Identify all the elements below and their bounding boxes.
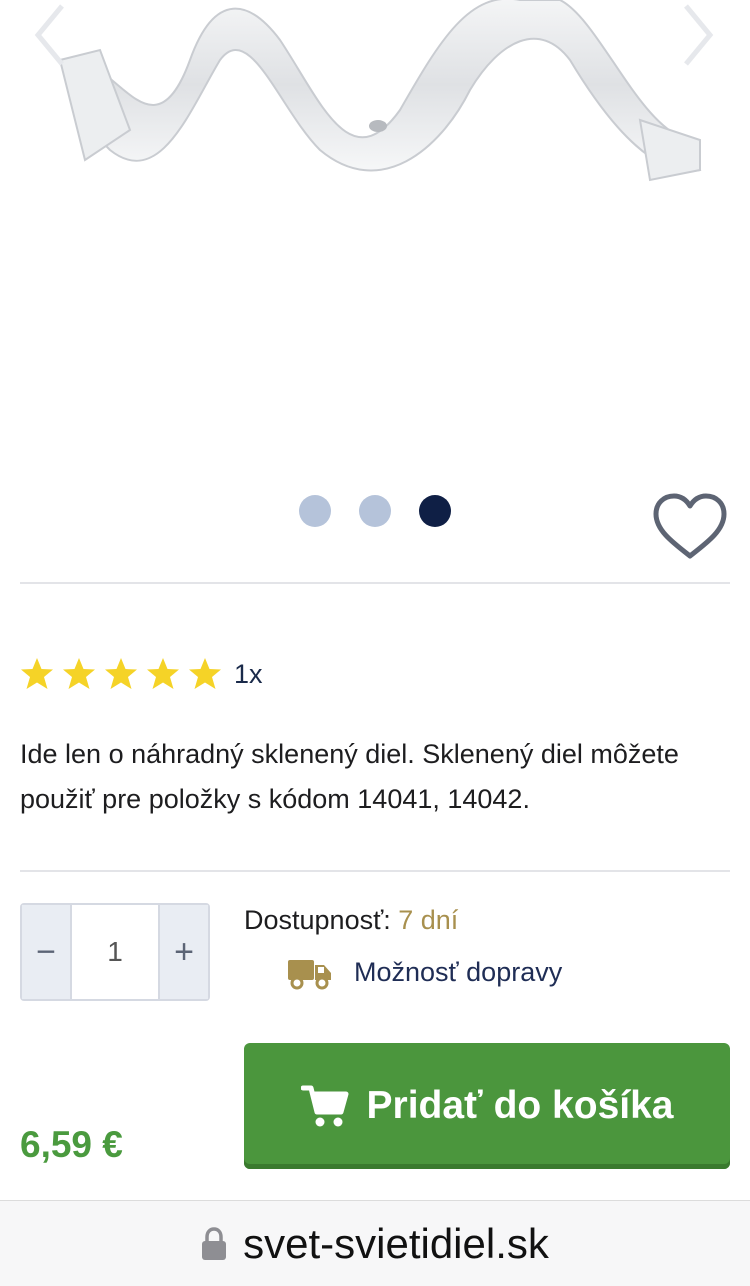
gallery-dot[interactable] bbox=[419, 495, 451, 527]
star-icon bbox=[189, 658, 221, 689]
star-icon bbox=[105, 658, 137, 689]
gallery-dot[interactable] bbox=[299, 495, 331, 527]
wishlist-heart-icon[interactable] bbox=[652, 492, 728, 562]
availability-value: 7 dní bbox=[398, 905, 459, 935]
gallery-next-arrow[interactable] bbox=[678, 0, 718, 70]
star-rating bbox=[20, 657, 230, 691]
star-icon bbox=[63, 658, 95, 689]
gallery-dot[interactable] bbox=[359, 495, 391, 527]
add-to-cart-button[interactable]: Pridať do košíka bbox=[244, 1043, 730, 1169]
gallery-dots bbox=[0, 495, 750, 527]
add-to-cart-label: Pridať do košíka bbox=[366, 1084, 674, 1127]
availability-label: Dostupnosť: bbox=[244, 905, 391, 935]
product-image-gallery[interactable] bbox=[0, 0, 750, 470]
lock-icon bbox=[202, 1226, 227, 1260]
rating[interactable]: 1x bbox=[20, 656, 263, 692]
product-description: Ide len o náhradný sklenený diel. Sklene… bbox=[20, 739, 679, 814]
product-price: 6,59 € bbox=[20, 1124, 123, 1165]
quantity-input[interactable] bbox=[70, 905, 160, 999]
divider bbox=[20, 582, 730, 584]
star-icon bbox=[21, 658, 53, 689]
quantity-decrease-button[interactable]: − bbox=[22, 905, 70, 999]
quantity-stepper[interactable]: − + bbox=[20, 903, 210, 1001]
shipping-label: Možnosť dopravy bbox=[354, 956, 563, 987]
url-text: svet-svietidiel.sk bbox=[243, 1219, 549, 1267]
cart-icon bbox=[300, 1085, 349, 1127]
availability: Dostupnosť: 7 dní bbox=[244, 905, 458, 936]
star-icon bbox=[147, 658, 179, 689]
browser-url-bar[interactable]: svet-svietidiel.sk bbox=[0, 1200, 750, 1286]
quantity-increase-button[interactable]: + bbox=[160, 905, 208, 999]
shipping-options-link[interactable]: Možnosť dopravy bbox=[286, 952, 562, 992]
truck-icon bbox=[288, 960, 331, 990]
gallery-prev-arrow[interactable] bbox=[30, 0, 70, 70]
review-count: 1x bbox=[234, 658, 263, 689]
product-image bbox=[58, 0, 702, 182]
divider bbox=[20, 870, 730, 872]
